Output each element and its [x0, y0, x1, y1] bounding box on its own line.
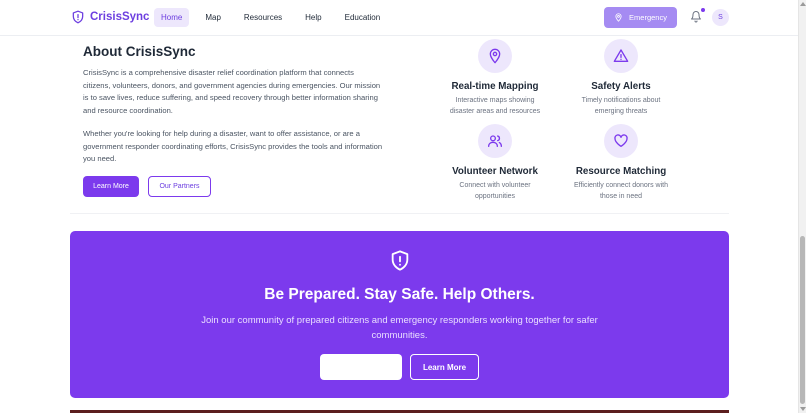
feature-volunteer-network: Volunteer Network Connect with volunteer…: [425, 124, 565, 202]
nav-education[interactable]: Education: [338, 8, 388, 27]
about-paragraph-tools: Whether you're looking for help during a…: [83, 129, 383, 164]
feature-title: Safety Alerts: [591, 81, 651, 92]
feature-resource-matching: Resource Matching Efficiently connect do…: [551, 124, 691, 202]
feature-icon-circle: [604, 124, 638, 158]
brand-logo[interactable]: CrisisSync: [71, 9, 149, 25]
feature-description: Interactive maps showing disaster areas …: [449, 97, 541, 115]
feature-real-time-mapping: Real-time Mapping Interactive maps showi…: [425, 39, 565, 117]
main-nav: Home Map Resources Help Education: [154, 8, 396, 27]
feature-icon-circle: [478, 124, 512, 158]
cta-learn-more-button[interactable]: Learn More: [410, 354, 479, 380]
feature-title: Volunteer Network: [452, 166, 538, 177]
cta-banner: Be Prepared. Stay Safe. Help Others. Joi…: [70, 231, 729, 398]
cta-title: Be Prepared. Stay Safe. Help Others.: [264, 286, 535, 303]
about-title: About CrisisSync: [83, 44, 196, 59]
notification-dot: [701, 8, 705, 12]
feature-icon-circle: [604, 39, 638, 73]
feature-title: Resource Matching: [575, 166, 667, 177]
nav-resources[interactable]: Resources: [237, 8, 289, 27]
feature-description: Connect with volunteer opportunities: [459, 182, 531, 200]
cta-description: Join our community of prepared citizens …: [201, 315, 598, 341]
feature-safety-alerts: Safety Alerts Timely notifications about…: [551, 39, 691, 117]
scroll-up-arrow-icon[interactable]: [800, 2, 806, 6]
user-avatar[interactable]: S: [712, 9, 729, 26]
scroll-down-arrow-icon[interactable]: [800, 407, 806, 411]
scroll-thumb[interactable]: [800, 236, 805, 404]
about-paragraph-mission: CrisisSync is a comprehensive disaster r…: [83, 68, 381, 115]
shield-alert-icon: [391, 250, 409, 271]
nav-help[interactable]: Help: [298, 8, 328, 27]
nav-home[interactable]: Home: [154, 8, 190, 27]
nav-map[interactable]: Map: [198, 8, 228, 27]
users-icon: [488, 135, 502, 147]
feature-description: Timely notifications about emerging thre…: [581, 97, 661, 115]
map-pin-icon: [489, 48, 501, 64]
brand-name: CrisisSync: [90, 11, 150, 23]
feature-description: Efficiently connect donors with those in…: [573, 182, 669, 200]
shield-alert-icon: [72, 10, 84, 24]
page-scrollbar[interactable]: [798, 0, 806, 413]
top-navigation-bar: CrisisSync Home Map Resources Help Educa…: [0, 0, 798, 36]
section-divider: [70, 213, 729, 214]
map-pin-icon: [615, 13, 622, 22]
feature-title: Real-time Mapping: [451, 81, 539, 92]
emergency-button-label: Emergency: [629, 13, 667, 22]
bell-icon[interactable]: [690, 10, 702, 23]
our-partners-button[interactable]: Our Partners: [148, 176, 211, 197]
heart-icon: [614, 134, 628, 147]
alert-triangle-icon: [613, 49, 629, 62]
emergency-button[interactable]: Emergency: [604, 7, 677, 28]
feature-icon-circle: [478, 39, 512, 73]
cta-primary-button[interactable]: [320, 354, 402, 380]
learn-more-button[interactable]: Learn More: [83, 176, 139, 197]
